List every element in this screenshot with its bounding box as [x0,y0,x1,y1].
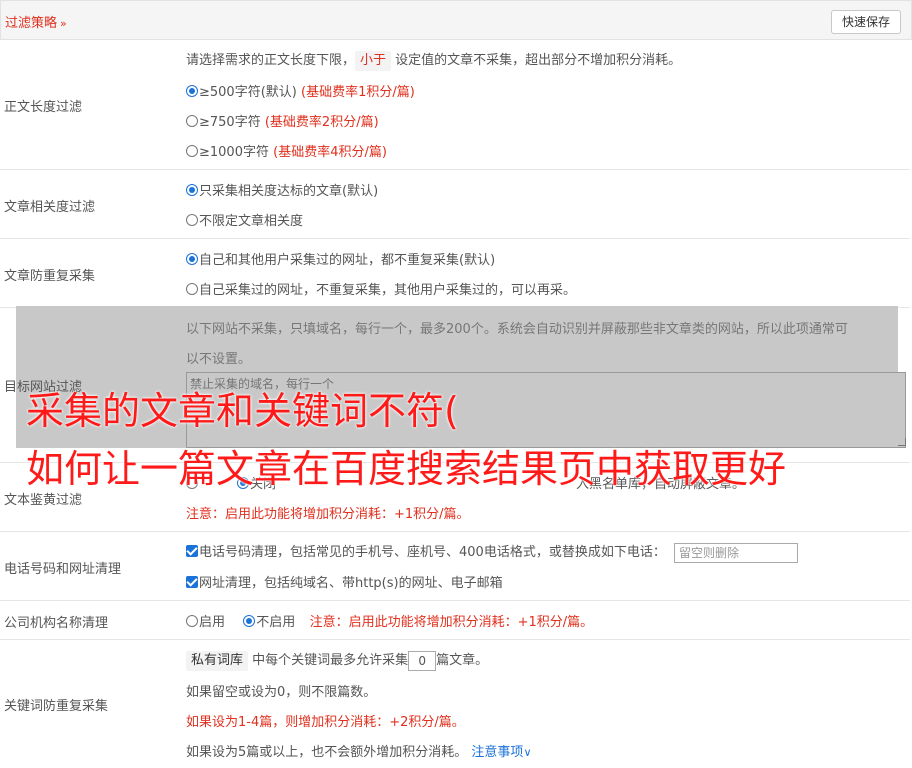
replacement-phone-input[interactable]: 留空则删除 [673,542,798,563]
length-filter-description: 请选择需求的正文长度下限， 小于 设定值的文章不采集，超出部分不增加积分消耗。 [186,49,681,71]
org-cleanup-row: 公司机构名称清理 启用 不启用 注意：启用此功能将增加积分消耗：+1积分/篇。 [0,601,910,640]
row-label: 文章相关度过滤 [4,200,96,215]
url-cleanup-option[interactable]: 网址清理，包括纯域名、带http(s)的网址、电子邮箱 [186,572,503,591]
notes-link[interactable]: 注意事项∨ [471,745,531,760]
row-label: 公司机构名称清理 [4,616,109,631]
relevance-option-strict[interactable]: 只采集相关度达标的文章(默认) [186,180,378,199]
radio-selected-icon[interactable] [186,184,198,196]
row-label: 关键词防重复采集 [4,699,109,714]
relevance-option-any[interactable]: 不限定文章相关度 [186,210,303,229]
keyword-dedup-hint-1: 如果留空或设为0，则不限篇数。 [186,685,377,700]
max-articles-input[interactable]: 0 [408,650,437,671]
length-option-750[interactable]: ≥750字符 (基础费率2积分/篇) [186,111,379,130]
checkbox-checked-icon[interactable] [186,576,198,588]
org-cleanup-options: 启用 不启用 注意：启用此功能将增加积分消耗：+1积分/篇。 [186,611,593,630]
radio-selected-icon[interactable] [186,85,198,97]
row-label: 电话号码和网址清理 [4,562,122,577]
filter-strategy-header: 过滤策略» 快速保存 [0,0,912,40]
chevron-down-icon: » [60,17,67,30]
chevron-down-icon: ∨ [523,746,532,759]
radio-icon[interactable] [186,145,198,157]
porn-filter-note: 注意：启用此功能将增加积分消耗：+1积分/篇。 [186,507,470,522]
dedup-option-all[interactable]: 自己和其他用户采集过的网址，都不重复采集(默认) [186,249,495,268]
keyword-dedup-hint-3: 如果设为5篇或以上，也不会额外增加积分消耗。 注意事项∨ [186,745,532,760]
less-than-tag: 小于 [355,51,392,71]
radio-icon[interactable] [186,115,198,127]
radio-selected-icon[interactable] [186,253,198,265]
radio-icon[interactable] [186,283,198,295]
radio-icon[interactable] [186,214,198,226]
radio-icon[interactable] [186,615,198,627]
overlay-caption-line-1: 采集的文章和关键词不符( [26,389,459,433]
keyword-dedup-hint-2: 如果设为1-4篇，则增加积分消耗：+2积分/篇。 [186,715,465,730]
private-lexicon-tag[interactable]: 私有词库 [186,651,249,671]
checkbox-checked-icon[interactable] [186,545,198,557]
overlay-caption-line-2: 如何让一篇文章在百度搜索结果页中获取更好 [26,447,787,491]
radio-selected-icon[interactable] [243,615,256,627]
relevance-filter-row: 文章相关度过滤 只采集相关度达标的文章(默认) 不限定文章相关度 [0,170,910,239]
resize-grip-icon[interactable] [898,438,906,446]
dedup-option-self[interactable]: 自己采集过的网址，不重复采集，其他用户采集过的，可以再采。 [186,279,576,298]
length-option-1000[interactable]: ≥1000字符 (基础费率4积分/篇) [186,141,387,160]
site-filter-description-2: 以不设置。 [186,352,252,367]
length-filter-row: 正文长度过滤 请选择需求的正文长度下限， 小于 设定值的文章不采集，超出部分不增加… [0,40,910,170]
quick-save-button[interactable]: 快速保存 [831,10,901,34]
phone-cleanup-option[interactable]: 电话号码清理，包括常见的手机号、座机号、400电话格式，或替换成如下电话： 留空… [186,541,798,563]
dedup-row: 文章防重复采集 自己和其他用户采集过的网址，都不重复采集(默认) 自己采集过的网… [0,239,910,308]
section-title[interactable]: 过滤策略» [5,12,67,31]
row-label: 文本鉴黄过滤 [4,493,83,508]
phone-cleanup-row: 电话号码和网址清理 电话号码清理，包括常见的手机号、座机号、400电话格式，或替… [0,532,910,601]
length-option-500[interactable]: ≥500字符(默认) (基础费率1积分/篇) [186,81,415,100]
keyword-dedup-limit: 私有词库 中每个关键词最多允许采集 0 篇文章。 [186,649,488,671]
keyword-dedup-row: 关键词防重复采集 私有词库 中每个关键词最多允许采集 0 篇文章。 如果留空或设为0… [0,640,910,768]
row-label: 文章防重复采集 [4,269,96,284]
site-filter-description-1: 以下网站不采集，只填域名，每行一个，最多200个。系统会自动识别并屏蔽那些非文章… [186,322,848,337]
row-label: 正文长度过滤 [4,100,83,115]
